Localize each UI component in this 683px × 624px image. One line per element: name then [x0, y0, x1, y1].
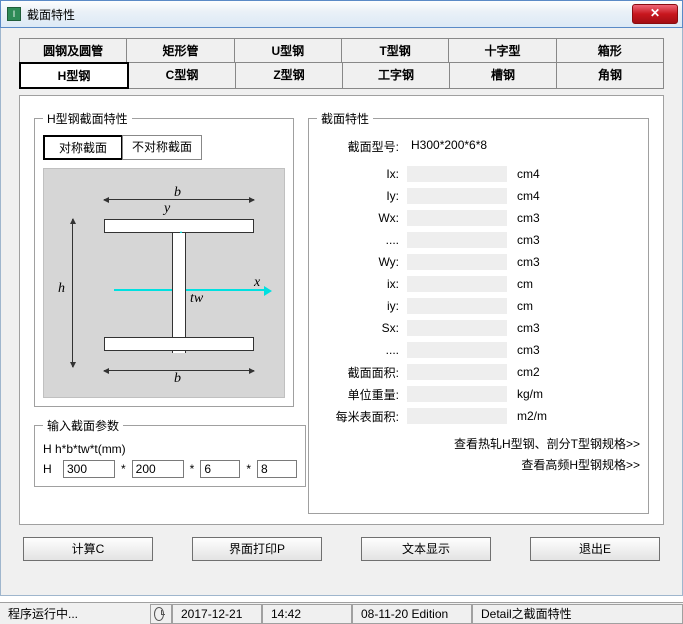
title-bar: I 截面特性 ✕: [0, 0, 683, 28]
val-surface: [407, 408, 507, 424]
tab-asymmetric[interactable]: 不对称截面: [122, 135, 202, 160]
window-title: 截面特性: [27, 6, 75, 23]
tab-box[interactable]: 箱形: [556, 38, 664, 63]
status-detail: Detail之截面特性: [472, 604, 683, 624]
clock-cell: [150, 604, 172, 624]
section-diagram: b y x tw h b: [43, 168, 285, 398]
val-ix2: [407, 276, 507, 292]
val-sx: [407, 320, 507, 336]
tab-channel[interactable]: 槽钢: [449, 62, 557, 89]
h-section-legend: H型钢截面特性: [43, 110, 132, 127]
param-legend: 输入截面参数: [43, 417, 123, 434]
text-button[interactable]: 文本显示: [361, 537, 491, 561]
props-legend: 截面特性: [317, 110, 373, 127]
tab-h-steel[interactable]: H型钢: [19, 62, 129, 89]
exit-button[interactable]: 退出E: [530, 537, 660, 561]
button-row: 计算C 界面打印P 文本显示 退出E: [19, 537, 664, 561]
param-label: H: [43, 462, 57, 476]
model-label: 截面型号:: [317, 138, 407, 155]
val-iy: [407, 188, 507, 204]
tab-angle[interactable]: 角钢: [556, 62, 664, 89]
tab-cross[interactable]: 十字型: [448, 38, 556, 63]
input-h[interactable]: [63, 460, 115, 478]
link-hot-rolled[interactable]: 查看热轧H型钢、剖分T型钢规格>>: [317, 435, 640, 452]
tab-c-steel[interactable]: C型钢: [128, 62, 236, 89]
tab-symmetric[interactable]: 对称截面: [43, 135, 123, 160]
calc-button[interactable]: 计算C: [23, 537, 153, 561]
close-button[interactable]: ✕: [632, 4, 678, 24]
print-button[interactable]: 界面打印P: [192, 537, 322, 561]
main-panel: H型钢截面特性 对称截面 不对称截面 b y x tw: [19, 95, 664, 525]
param-hint: H h*b*tw*t(mm): [43, 442, 297, 456]
status-date: 2017-12-21: [172, 604, 262, 624]
val-area: [407, 364, 507, 380]
client-area: 圆钢及圆管 矩形管 U型钢 T型钢 十字型 箱形 H型钢 C型钢 Z型钢 工字钢…: [0, 28, 683, 596]
val-iy2: [407, 298, 507, 314]
val-wy: [407, 254, 507, 270]
status-time: 14:42: [262, 604, 352, 624]
tab-t-steel[interactable]: T型钢: [341, 38, 449, 63]
val-wx: [407, 210, 507, 226]
app-icon: I: [7, 7, 21, 21]
val-weight: [407, 386, 507, 402]
tab-z-steel[interactable]: Z型钢: [235, 62, 343, 89]
tabs-row-1: 圆钢及圆管 矩形管 U型钢 T型钢 十字型 箱形: [19, 38, 664, 63]
clock-icon: [154, 607, 164, 621]
status-bar: 程序运行中... 2017-12-21 14:42 08-11-20 Editi…: [0, 602, 683, 624]
tab-round[interactable]: 圆钢及圆管: [19, 38, 127, 63]
input-tw[interactable]: [200, 460, 240, 478]
status-running: 程序运行中...: [0, 604, 150, 624]
param-group: 输入截面参数 H h*b*tw*t(mm) H * * *: [34, 417, 306, 487]
tab-i-steel[interactable]: 工字钢: [342, 62, 450, 89]
val-ix: [407, 166, 507, 182]
tab-rect-tube[interactable]: 矩形管: [126, 38, 234, 63]
props-group: 截面特性 截面型号: H300*200*6*8 Ix:cm4 Iy:cm4 Wx…: [308, 110, 649, 514]
input-b[interactable]: [132, 460, 184, 478]
tabs-row-2: H型钢 C型钢 Z型钢 工字钢 槽钢 角钢: [19, 62, 664, 89]
input-t[interactable]: [257, 460, 297, 478]
model-value: H300*200*6*8: [407, 138, 587, 154]
h-section-group: H型钢截面特性 对称截面 不对称截面 b y x tw: [34, 110, 294, 407]
link-high-freq[interactable]: 查看高频H型钢规格>>: [317, 456, 640, 473]
tab-u-steel[interactable]: U型钢: [234, 38, 342, 63]
status-edition: 08-11-20 Edition: [352, 604, 472, 624]
